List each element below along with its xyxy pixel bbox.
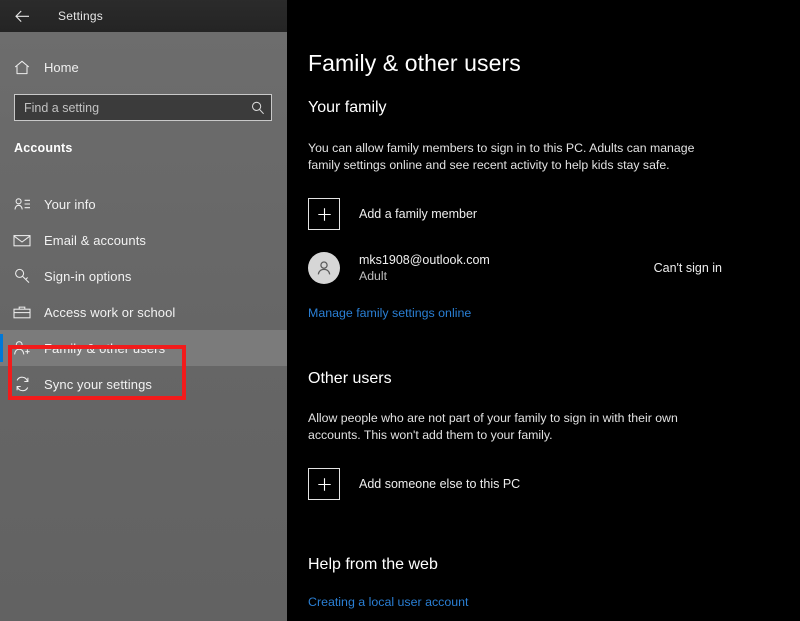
help-link-creating-local-account[interactable]: Creating a local user account	[308, 595, 468, 609]
title-bar: Settings	[0, 0, 287, 32]
sidebar-item-access-work-school-label: Access work or school	[44, 305, 175, 320]
family-account-row[interactable]: mks1908@outlook.com Adult Can't sign in	[308, 252, 728, 284]
main-content: Family & other users Your family You can…	[287, 0, 800, 621]
your-family-heading: Your family	[308, 99, 728, 117]
plus-icon	[308, 468, 340, 500]
sidebar-item-email-accounts[interactable]: Email & accounts	[0, 222, 287, 258]
home-icon	[0, 60, 44, 75]
sidebar-item-home[interactable]: Home	[0, 52, 287, 82]
sync-icon	[0, 376, 44, 392]
your-family-section: Your family You can allow family members…	[308, 99, 728, 322]
back-button[interactable]	[0, 0, 44, 32]
sidebar-item-family-other-users[interactable]: Family & other users	[0, 330, 287, 366]
family-account-texts: mks1908@outlook.com Adult	[359, 252, 490, 284]
help-from-web-section: Help from the web Creating a local user …	[308, 556, 504, 621]
other-users-description: Allow people who are not part of your fa…	[308, 410, 708, 444]
search-box[interactable]	[14, 94, 272, 121]
search-icon[interactable]	[245, 95, 271, 120]
sidebar-item-your-info-label: Your info	[44, 197, 96, 212]
person-add-icon	[0, 340, 44, 356]
add-other-user-button[interactable]: Add someone else to this PC	[308, 468, 708, 500]
search-input[interactable]	[15, 95, 245, 120]
sidebar-item-sync-settings[interactable]: Sync your settings	[0, 366, 287, 402]
add-family-member-label: Add a family member	[359, 207, 477, 221]
sidebar-item-your-info[interactable]: Your info	[0, 186, 287, 222]
user-avatar-icon	[308, 252, 340, 284]
sidebar-item-family-other-users-label: Family & other users	[44, 341, 165, 356]
briefcase-icon	[0, 305, 44, 320]
help-from-web-heading: Help from the web	[308, 556, 504, 574]
page-title: Family & other users	[308, 50, 521, 77]
sidebar: Settings Home Accounts	[0, 0, 287, 621]
add-other-user-label: Add someone else to this PC	[359, 477, 520, 491]
sidebar-item-email-accounts-label: Email & accounts	[44, 233, 146, 248]
other-users-section: Other users Allow people who are not par…	[308, 370, 708, 500]
envelope-icon	[0, 234, 44, 247]
key-icon	[0, 268, 44, 284]
window-title: Settings	[58, 9, 103, 23]
sidebar-nav: Your info Email & accounts	[0, 186, 287, 402]
settings-window: Settings Home Accounts	[0, 0, 800, 621]
sidebar-item-access-work-school[interactable]: Access work or school	[0, 294, 287, 330]
manage-family-settings-link[interactable]: Manage family settings online	[308, 306, 471, 320]
family-account-status: Can't sign in	[654, 261, 728, 275]
contact-card-icon	[0, 197, 44, 211]
family-account-role: Adult	[359, 268, 490, 284]
sidebar-item-signin-options[interactable]: Sign-in options	[0, 258, 287, 294]
sidebar-item-home-label: Home	[44, 60, 79, 75]
other-users-heading: Other users	[308, 370, 708, 388]
sidebar-section-title: Accounts	[14, 141, 73, 155]
add-family-member-button[interactable]: Add a family member	[308, 198, 728, 230]
your-family-description: You can allow family members to sign in …	[308, 140, 708, 174]
sidebar-item-signin-options-label: Sign-in options	[44, 269, 132, 284]
family-account-name: mks1908@outlook.com	[359, 252, 490, 268]
plus-icon	[308, 198, 340, 230]
sidebar-item-sync-settings-label: Sync your settings	[44, 377, 152, 392]
